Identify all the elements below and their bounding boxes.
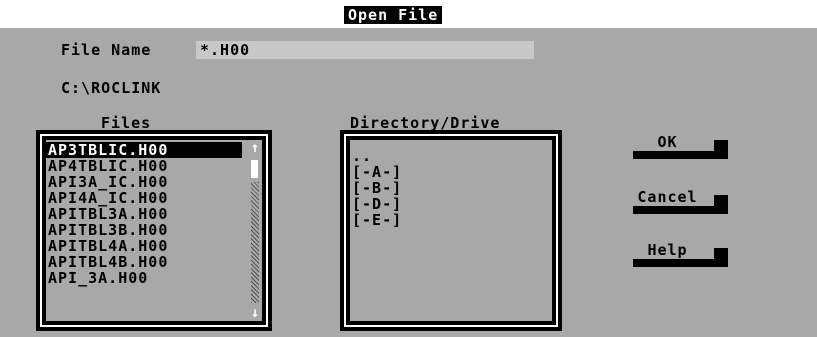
file-name-label: File Name bbox=[61, 41, 152, 59]
file-item[interactable]: APITBL4B.H00 bbox=[46, 254, 242, 270]
window-title: Open File bbox=[344, 6, 443, 24]
cancel-button-wrap: Cancel bbox=[621, 188, 728, 214]
scroll-thumb[interactable] bbox=[251, 160, 258, 178]
file-item[interactable]: API4A_IC.H00 bbox=[46, 190, 242, 206]
file-item[interactable]: AP4TBLIC.H00 bbox=[46, 158, 242, 174]
scroll-up-icon[interactable]: ↑ bbox=[248, 140, 262, 156]
directory-item[interactable]: [-D-] bbox=[350, 196, 530, 212]
open-file-dialog: File Name C:\ROCLINK Files Directory/Dri… bbox=[7, 28, 817, 337]
scroll-down-icon[interactable]: ↓ bbox=[248, 305, 262, 321]
scroll-track[interactable] bbox=[251, 182, 259, 303]
file-item[interactable]: APITBL3B.H00 bbox=[46, 222, 242, 238]
file-item[interactable]: APITBL3A.H00 bbox=[46, 206, 242, 222]
directory-item[interactable]: [-B-] bbox=[350, 180, 530, 196]
ok-button-wrap: OK bbox=[621, 133, 728, 159]
file-item[interactable]: APITBL4A.H00 bbox=[46, 238, 242, 254]
title-bar: Open File bbox=[0, 0, 817, 28]
ok-button[interactable]: OK bbox=[621, 133, 714, 151]
file-item[interactable]: API3A_IC.H00 bbox=[46, 174, 242, 190]
files-list: AP3TBLIC.H00 AP4TBLIC.H00 API3A_IC.H00 API4… bbox=[46, 142, 242, 286]
file-name-input[interactable] bbox=[196, 41, 534, 59]
directory-item[interactable]: [-E-] bbox=[350, 212, 530, 228]
directory-list: .. [-A-] [-B-] [-D-] [-E-] bbox=[350, 148, 530, 228]
directory-item[interactable]: [-A-] bbox=[350, 164, 530, 180]
file-item[interactable]: AP3TBLIC.H00 bbox=[46, 142, 242, 158]
help-button-wrap: Help bbox=[621, 241, 728, 267]
help-button[interactable]: Help bbox=[621, 241, 714, 259]
files-scrollbar[interactable]: ↑ ↓ bbox=[248, 140, 262, 321]
cancel-button[interactable]: Cancel bbox=[621, 188, 714, 206]
file-item[interactable]: API_3A.H00 bbox=[46, 270, 242, 286]
files-listbox: AP3TBLIC.H00 AP4TBLIC.H00 API3A_IC.H00 API4… bbox=[36, 130, 272, 331]
directory-item[interactable]: .. bbox=[350, 148, 530, 164]
current-path: C:\ROCLINK bbox=[61, 79, 162, 97]
directory-listbox: .. [-A-] [-B-] [-D-] [-E-] bbox=[340, 130, 562, 331]
